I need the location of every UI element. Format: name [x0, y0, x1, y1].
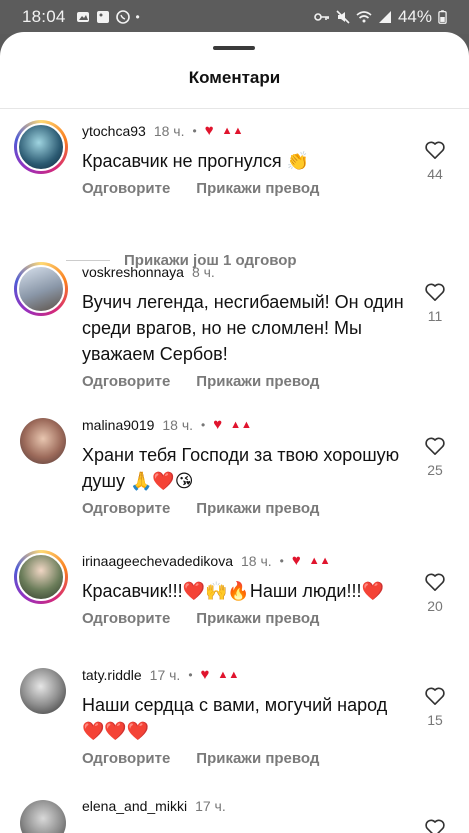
creator-liked-heart-icon: ♥ [291, 552, 301, 569]
reply-button[interactable]: Одговорите [82, 750, 170, 767]
avatar[interactable] [20, 668, 66, 714]
like-count: 11 [427, 308, 443, 324]
reply-button[interactable]: Одговорите [82, 500, 170, 517]
comment-time: 18 ч. [241, 552, 272, 569]
translate-button[interactable]: Прикажи превод [196, 500, 319, 517]
like-count: 25 [427, 462, 443, 478]
translate-button[interactable]: Прикажи превод [196, 373, 319, 390]
wifi-icon [356, 11, 372, 23]
like-button[interactable] [423, 818, 447, 833]
status-bar: 18:04 • 44% [0, 0, 469, 34]
like-button[interactable]: 25 [423, 436, 447, 478]
comment-time: 17 ч. [149, 666, 181, 683]
comment-username[interactable]: ytochca93 [82, 123, 146, 139]
mute-icon [336, 10, 350, 24]
battery-icon [438, 10, 447, 24]
translate-button[interactable]: Прикажи превод [196, 180, 319, 197]
reply-button[interactable]: Одговорите [82, 373, 170, 390]
like-button[interactable]: 44 [423, 140, 447, 182]
creator-badge-icon: ▲▲ [230, 418, 252, 431]
divider [0, 108, 469, 109]
creator-badge-icon: ▲▲ [217, 668, 240, 681]
avatar[interactable] [14, 120, 68, 174]
comment-username[interactable]: taty.riddle [82, 667, 142, 683]
drag-handle[interactable] [213, 46, 255, 50]
creator-liked-heart-icon: ♥ [213, 416, 223, 433]
creator-badge-icon: ▲▲ [308, 554, 331, 567]
creator-liked-heart-icon: ♥ [204, 122, 214, 139]
gallery-icon [76, 12, 89, 22]
comment-text: Храни тебя Господи за твою хорошую душу … [82, 445, 400, 491]
like-count: 20 [427, 598, 443, 614]
like-button[interactable]: 15 [423, 686, 447, 728]
reply-button[interactable]: Одговорите [82, 180, 170, 197]
image-icon [96, 11, 109, 23]
battery-level: 44% [397, 7, 432, 26]
comment-username[interactable]: irinaageechevadedikova [82, 553, 233, 569]
comment-time: 17 ч. [195, 798, 226, 814]
heart-outline-icon [425, 141, 445, 159]
creator-badge-icon: ▲▲ [221, 124, 244, 137]
comment-text: Вучич легенда, несгибаемый! Он один сред… [82, 292, 404, 364]
signal-icon [378, 11, 391, 23]
comment-text: Красавчик не прогнулся 👏 [82, 151, 310, 171]
whatsapp-icon [115, 10, 130, 24]
avatar[interactable] [20, 418, 66, 464]
heart-outline-icon [425, 437, 445, 455]
creator-liked-heart-icon: ♥ [200, 666, 210, 683]
reply-button[interactable]: Одговорите [82, 610, 170, 627]
like-button[interactable]: 11 [423, 282, 447, 324]
comment-time: 18 ч. [162, 416, 194, 433]
comment-username[interactable]: voskreshonnaya [82, 264, 184, 280]
heart-outline-icon [425, 687, 445, 705]
translate-button[interactable]: Прикажи превод [196, 610, 319, 627]
comment-text: Красавчик!!!❤️🙌🔥Наши люди!!!❤️ [82, 581, 384, 601]
sheet-title: Коментари [188, 68, 281, 87]
status-time: 18:04 [22, 7, 66, 26]
comment-time: 18 ч. [153, 122, 185, 139]
heart-outline-icon [425, 819, 445, 833]
like-button[interactable]: 20 [423, 572, 447, 614]
comment-username[interactable]: elena_and_mikki [82, 798, 187, 814]
comment-time: 8 ч. [191, 264, 215, 280]
translate-button[interactable]: Прикажи превод [196, 750, 319, 767]
avatar[interactable] [14, 262, 68, 316]
notification-icons: • [76, 10, 140, 24]
avatar[interactable] [20, 800, 66, 833]
heart-outline-icon [425, 283, 445, 301]
like-count: 44 [427, 166, 443, 182]
comment-text: Наши сердца с вами, могучий народ ❤️❤️❤️ [82, 695, 388, 741]
more-notifications-dot-icon: • [135, 10, 140, 24]
like-count: 15 [427, 712, 443, 728]
key-icon [314, 13, 329, 21]
heart-outline-icon [425, 573, 445, 591]
avatar[interactable] [14, 550, 68, 604]
comments-sheet: Коментари ytochca93 18 ч. • ♥ ▲▲ Красавч… [0, 32, 469, 833]
comment-username[interactable]: malina9019 [82, 417, 154, 433]
